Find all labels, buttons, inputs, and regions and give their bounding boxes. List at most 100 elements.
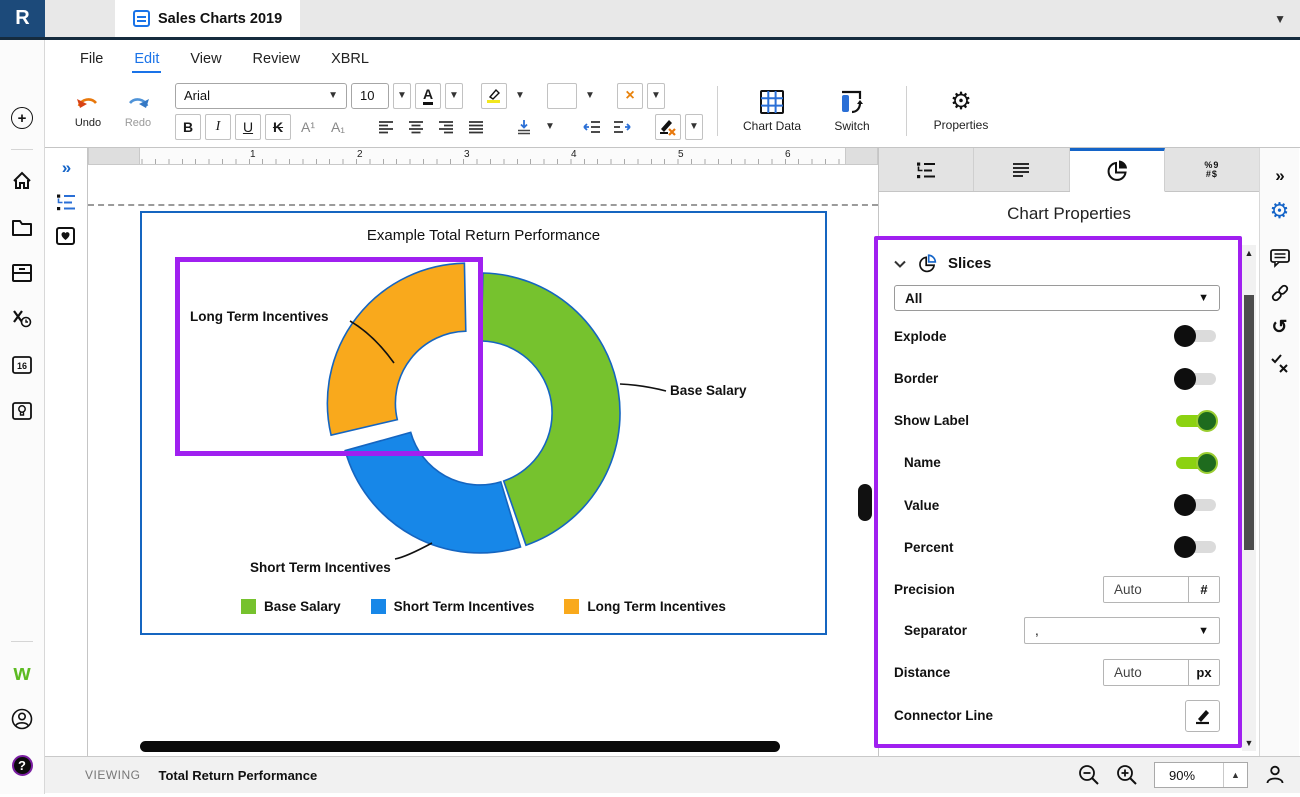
document-tab-title: Sales Charts 2019 bbox=[158, 11, 282, 27]
underline-button[interactable]: U bbox=[235, 114, 261, 140]
calendar-button[interactable]: 16 bbox=[0, 342, 45, 388]
menu-edit[interactable]: Edit bbox=[132, 47, 161, 73]
history-icon: ↺ bbox=[1272, 316, 1288, 339]
switch-button[interactable]: Switch bbox=[812, 89, 892, 133]
border-toggle[interactable] bbox=[1176, 368, 1216, 390]
outline-tree-icon[interactable] bbox=[55, 192, 77, 212]
menu-review[interactable]: Review bbox=[251, 47, 303, 73]
align-right-button[interactable] bbox=[433, 114, 459, 140]
precision-input[interactable]: Auto bbox=[1104, 577, 1188, 602]
value-toggle[interactable] bbox=[1176, 494, 1216, 516]
panel-drag-handle[interactable] bbox=[858, 484, 872, 521]
slices-section-header[interactable]: Slices bbox=[894, 248, 1220, 279]
window-menu-chevron-icon[interactable]: ▼ bbox=[1274, 12, 1286, 26]
bold-button[interactable]: B bbox=[175, 114, 201, 140]
tab-chart[interactable] bbox=[1070, 148, 1165, 192]
distance-input[interactable]: Auto bbox=[1104, 660, 1188, 685]
archive-button[interactable] bbox=[0, 250, 45, 296]
legend-item: Base Salary bbox=[241, 599, 341, 614]
clear-format-dropdown[interactable]: ▼ bbox=[647, 83, 665, 109]
zoom-out-icon[interactable] bbox=[1078, 764, 1100, 786]
zoom-in-icon[interactable] bbox=[1116, 764, 1138, 786]
comments-button[interactable] bbox=[1269, 240, 1291, 275]
scroll-down-arrow[interactable]: ▼ bbox=[1245, 735, 1254, 751]
bookmark-heart-icon[interactable] bbox=[55, 226, 77, 246]
viewed-document-title: Total Return Performance bbox=[159, 768, 318, 783]
menu-file[interactable]: File bbox=[78, 47, 105, 73]
chart-legend: Base Salary Short Term Incentives Long T… bbox=[142, 599, 825, 614]
redo-button[interactable]: Redo bbox=[115, 94, 161, 129]
zoom-spinner-up[interactable]: ▲ bbox=[1223, 763, 1247, 787]
font-color-dropdown[interactable]: ▼ bbox=[445, 83, 463, 109]
pending-tasks-button[interactable] bbox=[0, 296, 45, 342]
tab-number-format[interactable]: %9#$ bbox=[1165, 148, 1259, 191]
undo-button[interactable]: Undo bbox=[65, 94, 111, 129]
superscript-button[interactable]: A¹ bbox=[295, 114, 321, 140]
top-window-bar: R Sales Charts 2019 ▼ bbox=[0, 0, 1300, 40]
separator-select[interactable]: , ▼ bbox=[1024, 617, 1220, 644]
percent-toggle[interactable] bbox=[1176, 536, 1216, 558]
properties-gear-button[interactable]: ⚙ bbox=[1270, 193, 1290, 228]
format-painter-clear-button[interactable] bbox=[655, 114, 681, 140]
scrollbar-thumb[interactable] bbox=[1244, 295, 1254, 550]
toggle-row-show-label: Show Label bbox=[894, 400, 1220, 442]
slice-scope-select[interactable]: All ▼ bbox=[894, 285, 1220, 311]
collapse-panel-button[interactable]: » bbox=[1275, 158, 1283, 193]
font-size-dropdown[interactable]: ▼ bbox=[393, 83, 411, 109]
align-left-button[interactable] bbox=[373, 114, 399, 140]
align-center-button[interactable] bbox=[403, 114, 429, 140]
baseline-arrow-icon bbox=[516, 119, 532, 135]
menu-view[interactable]: View bbox=[188, 47, 223, 73]
tab-text[interactable] bbox=[974, 148, 1069, 191]
properties-button[interactable]: ⚙ Properties bbox=[921, 90, 1001, 132]
tab-bar-gap bbox=[45, 0, 115, 37]
vertical-align-button[interactable] bbox=[511, 114, 537, 140]
files-button[interactable] bbox=[0, 204, 45, 250]
chart-data-button[interactable]: Chart Data bbox=[732, 89, 812, 133]
strikethrough-button[interactable]: K bbox=[265, 114, 291, 140]
indent-button[interactable] bbox=[609, 114, 635, 140]
ruler-number: 5 bbox=[678, 149, 684, 160]
insights-button[interactable] bbox=[0, 388, 45, 434]
selection-rectangle[interactable] bbox=[175, 257, 483, 456]
presence-user-icon[interactable] bbox=[1264, 764, 1286, 786]
expand-panel-button[interactable]: » bbox=[62, 158, 70, 178]
slice-label-base-salary: Base Salary bbox=[670, 383, 747, 398]
subscript-button[interactable]: A₁ bbox=[325, 114, 351, 140]
menu-xbrl[interactable]: XBRL bbox=[329, 47, 371, 73]
highlight-dropdown[interactable]: ▼ bbox=[511, 83, 529, 109]
tasks-check-button[interactable] bbox=[1270, 345, 1290, 380]
align-justify-button[interactable] bbox=[463, 114, 489, 140]
style-preview-button[interactable] bbox=[547, 83, 577, 109]
document-canvas[interactable]: Example Total Return Performance Long Te… bbox=[88, 165, 878, 756]
app-logo[interactable]: R bbox=[0, 0, 45, 37]
style-dropdown[interactable]: ▼ bbox=[581, 83, 599, 109]
show-label-toggle[interactable] bbox=[1176, 410, 1216, 432]
vertical-align-dropdown[interactable]: ▼ bbox=[541, 114, 559, 140]
account-button[interactable] bbox=[0, 696, 45, 742]
outdent-button[interactable] bbox=[579, 114, 605, 140]
font-size-value[interactable]: 10 bbox=[351, 83, 389, 109]
document-tab[interactable]: Sales Charts 2019 bbox=[115, 0, 300, 37]
create-button[interactable]: + bbox=[0, 95, 45, 141]
help-button[interactable]: ? bbox=[0, 742, 45, 788]
history-button[interactable]: ↺ bbox=[1272, 310, 1288, 345]
highlight-button[interactable] bbox=[481, 83, 507, 109]
name-toggle[interactable] bbox=[1176, 452, 1216, 474]
connector-line-style-button[interactable] bbox=[1185, 700, 1220, 732]
zoom-level-input[interactable]: 90% ▲ bbox=[1154, 762, 1248, 788]
home-button[interactable] bbox=[0, 158, 45, 204]
links-button[interactable] bbox=[1269, 275, 1291, 310]
properties-panel: %9#$ Chart Properties Slices All ▼ bbox=[879, 148, 1259, 756]
format-painter-dropdown[interactable]: ▼ bbox=[685, 114, 703, 140]
font-family-select[interactable]: Arial▼ bbox=[175, 83, 347, 109]
explode-toggle[interactable] bbox=[1176, 325, 1216, 347]
clear-format-button[interactable]: × bbox=[617, 83, 643, 109]
panel-scrollbar[interactable]: ▲ ▼ bbox=[1242, 245, 1256, 751]
tab-outline[interactable] bbox=[879, 148, 974, 191]
scroll-up-arrow[interactable]: ▲ bbox=[1245, 245, 1254, 261]
font-color-button[interactable]: A bbox=[415, 83, 441, 109]
italic-button[interactable]: I bbox=[205, 114, 231, 140]
chart-title: Example Total Return Performance bbox=[142, 227, 825, 244]
black-divider-shape[interactable] bbox=[140, 741, 780, 752]
